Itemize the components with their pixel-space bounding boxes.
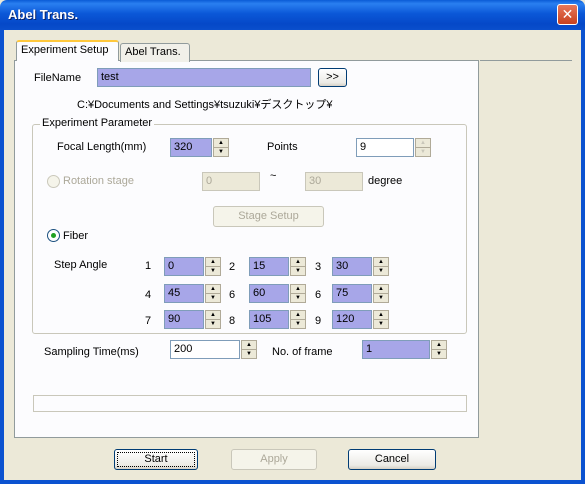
step-index-label: 3 bbox=[315, 261, 322, 273]
spin-down-icon[interactable]: ▼ bbox=[205, 293, 221, 303]
step-index-label: 1 bbox=[145, 260, 152, 272]
step-angle-spinner[interactable]: ▲ ▼ bbox=[373, 310, 389, 329]
step-angle-input[interactable]: 60 bbox=[249, 284, 289, 303]
cancel-button[interactable]: Cancel bbox=[348, 449, 436, 470]
spin-down-icon[interactable]: ▼ bbox=[431, 349, 447, 359]
step-angle-input[interactable]: 105 bbox=[249, 310, 289, 329]
step-angle-input[interactable]: 90 bbox=[164, 310, 204, 329]
focal-length-label: Focal Length(mm) bbox=[57, 141, 147, 153]
step-index-label: 2 bbox=[229, 261, 236, 273]
focal-length-spinner[interactable]: ▲ ▼ bbox=[213, 138, 229, 157]
start-button[interactable]: Start bbox=[114, 449, 198, 470]
spin-down-icon[interactable]: ▼ bbox=[205, 319, 221, 329]
step-index-label: 7 bbox=[145, 315, 152, 327]
step-index-label: 9 bbox=[315, 315, 322, 327]
window-frame-bottom bbox=[0, 480, 585, 484]
apply-button[interactable]: Apply bbox=[231, 449, 317, 470]
browse-button[interactable]: >> bbox=[318, 68, 347, 87]
spin-down-icon[interactable]: ▼ bbox=[290, 319, 306, 329]
step-index-label: 8 bbox=[229, 315, 236, 327]
stage-setup-button[interactable]: Stage Setup bbox=[213, 206, 324, 227]
spin-down-icon[interactable]: ▼ bbox=[241, 349, 257, 359]
filename-label: FileName bbox=[34, 72, 82, 84]
frames-label: No. of frame bbox=[272, 346, 333, 358]
close-button[interactable]: ✕ bbox=[557, 4, 578, 25]
focal-length-input[interactable]: 320 bbox=[170, 138, 212, 157]
window-frame-right bbox=[581, 30, 585, 484]
points-label: Points bbox=[267, 141, 298, 153]
step-angle-spinner[interactable]: ▲ ▼ bbox=[290, 284, 306, 303]
rotation-to-input[interactable]: 30 bbox=[305, 172, 363, 191]
step-angle-spinner[interactable]: ▲ ▼ bbox=[205, 284, 221, 303]
spin-down-icon[interactable]: ▼ bbox=[373, 293, 389, 303]
step-angle-spinner[interactable]: ▲ ▼ bbox=[290, 257, 306, 276]
step-angle-spinner[interactable]: ▲ ▼ bbox=[373, 257, 389, 276]
filename-input[interactable]: test bbox=[97, 68, 311, 87]
spin-down-icon[interactable]: ▼ bbox=[213, 147, 229, 157]
step-angle-spinner[interactable]: ▲ ▼ bbox=[205, 310, 221, 329]
frames-input[interactable]: 1 bbox=[362, 340, 430, 359]
window-title: Abel Trans. bbox=[8, 7, 79, 22]
step-angle-spinner[interactable]: ▲ ▼ bbox=[290, 310, 306, 329]
step-angle-spinner[interactable]: ▲ ▼ bbox=[373, 284, 389, 303]
step-angle-input[interactable]: 15 bbox=[249, 257, 289, 276]
spin-down-icon[interactable]: ▼ bbox=[373, 266, 389, 276]
step-index-label: 4 bbox=[145, 289, 152, 301]
frames-spinner[interactable]: ▲ ▼ bbox=[431, 340, 447, 359]
tilde-text: ~ bbox=[270, 170, 277, 182]
step-angle-input[interactable]: 120 bbox=[332, 310, 372, 329]
tab-experiment-setup[interactable]: Experiment Setup bbox=[16, 40, 119, 61]
step-angle-input[interactable]: 0 bbox=[164, 257, 204, 276]
step-angle-input[interactable]: 30 bbox=[332, 257, 372, 276]
window-frame-left bbox=[0, 30, 4, 484]
step-index-label: 6 bbox=[229, 289, 236, 301]
tab-abel-trans[interactable]: Abel Trans. bbox=[120, 43, 190, 62]
fiber-label: Fiber bbox=[63, 230, 89, 242]
progress-bar bbox=[33, 395, 467, 412]
spin-down-icon[interactable]: ▼ bbox=[290, 293, 306, 303]
points-input[interactable]: 9 bbox=[356, 138, 414, 157]
rotation-stage-radio[interactable] bbox=[47, 175, 60, 188]
degree-label: degree bbox=[368, 175, 403, 187]
fiber-radio[interactable] bbox=[47, 229, 60, 242]
sampling-time-input[interactable]: 200 bbox=[170, 340, 240, 359]
step-angle-label: Step Angle bbox=[54, 259, 108, 271]
sampling-time-label: Sampling Time(ms) bbox=[44, 346, 139, 358]
title-bar[interactable] bbox=[0, 0, 585, 30]
step-index-label: 6 bbox=[315, 289, 322, 301]
rotation-stage-label: Rotation stage bbox=[63, 175, 134, 187]
rotation-from-input[interactable]: 0 bbox=[202, 172, 260, 191]
group-title: Experiment Parameter bbox=[40, 117, 155, 129]
spin-down-icon[interactable]: ▼ bbox=[205, 266, 221, 276]
spin-down-icon[interactable]: ▼ bbox=[373, 319, 389, 329]
tab-panel-divider bbox=[480, 60, 572, 61]
step-angle-input[interactable]: 45 bbox=[164, 284, 204, 303]
spin-down-icon[interactable]: ▼ bbox=[290, 266, 306, 276]
spin-down-icon[interactable]: ▼ bbox=[415, 147, 431, 157]
step-angle-spinner[interactable]: ▲ ▼ bbox=[205, 257, 221, 276]
points-spinner[interactable]: ▲ ▼ bbox=[415, 138, 431, 157]
file-path-text: C:¥Documents and Settings¥tsuzuki¥デスクトップ… bbox=[77, 99, 333, 111]
sampling-time-spinner[interactable]: ▲ ▼ bbox=[241, 340, 257, 359]
step-angle-input[interactable]: 75 bbox=[332, 284, 372, 303]
